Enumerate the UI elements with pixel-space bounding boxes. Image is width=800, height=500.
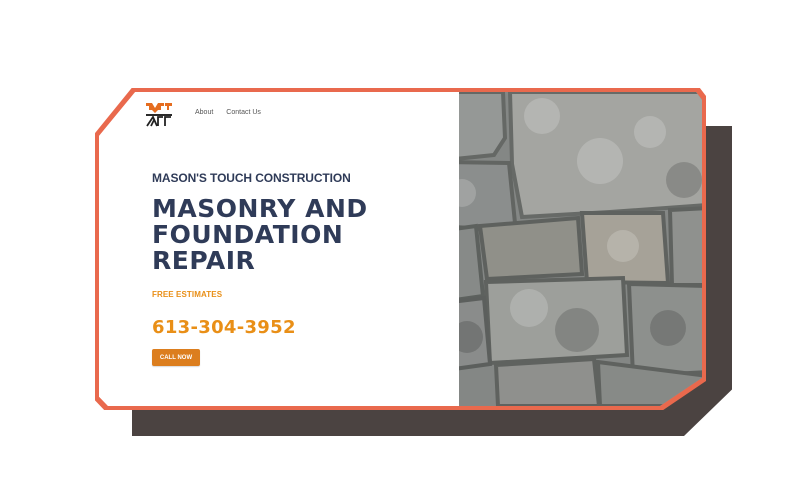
stone-wall-image	[418, 92, 702, 406]
hero-content-area: About Contact Us MASON'S TOUCH CONSTRUCT…	[99, 92, 702, 406]
nav-link-about[interactable]: About	[195, 109, 213, 116]
hero-headline: MASONRY AND FOUNDATION REPAIR	[152, 196, 372, 274]
top-navigation: About Contact Us	[195, 109, 261, 116]
call-now-button[interactable]: CALL NOW	[152, 349, 200, 366]
stone-wall-illustration	[418, 92, 702, 406]
hero-screenshot-stage: About Contact Us MASON'S TOUCH CONSTRUCT…	[0, 0, 800, 500]
hero-headline-line: REPAIR	[152, 246, 256, 275]
hero-text-panel: About Contact Us MASON'S TOUCH CONSTRUCT…	[99, 92, 459, 406]
nav-link-contact-us[interactable]: Contact Us	[226, 109, 261, 116]
hero-headline-line: FOUNDATION	[152, 220, 344, 249]
phone-number[interactable]: 613-304-3952	[152, 317, 296, 338]
company-name: MASON'S TOUCH CONSTRUCTION	[152, 171, 351, 185]
hero-frame: About Contact Us MASON'S TOUCH CONSTRUCT…	[95, 88, 706, 410]
free-estimates-label: FREE ESTIMATES	[152, 290, 223, 299]
hero-headline-line: MASONRY AND	[152, 194, 368, 223]
company-logo[interactable]	[145, 101, 173, 127]
